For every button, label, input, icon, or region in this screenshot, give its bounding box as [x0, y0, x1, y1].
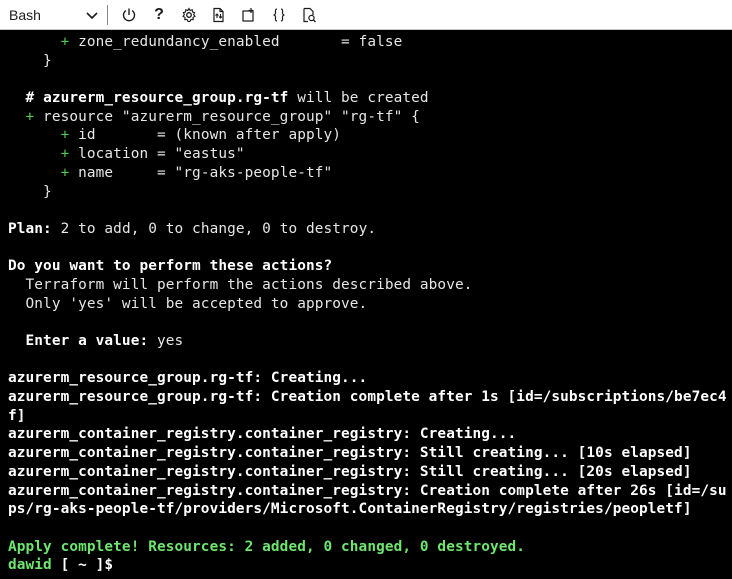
terminal-text: azurerm_resource_group.rg-tf: [43, 90, 289, 107]
terminal-text: yes: [148, 333, 184, 349]
editor-braces-icon: [273, 7, 285, 22]
terminal-text: Only 'yes' will be accepted to approve.: [8, 295, 368, 312]
help-button[interactable]: ?: [144, 2, 174, 28]
terminal-text: azurerm_resource_group.rg-tf: Creation c…: [8, 389, 727, 406]
cloud-shell-toolbar: Bash ?: [0, 0, 732, 30]
terminal-line: + zone_redundancy_enabled = false: [8, 33, 732, 52]
terminal-text: Plan:: [8, 220, 52, 237]
toolbar-divider: [107, 4, 108, 25]
terminal-text: Enter a value:: [25, 333, 149, 349]
terminal-text: #: [25, 90, 35, 107]
terminal-line: dawid [ ~ ]$: [8, 556, 732, 575]
settings-icon: [182, 6, 196, 22]
terminal-line: Plan: 2 to add, 0 to change, 0 to destro…: [8, 220, 732, 239]
terminal-line: # azurerm_resource_group.rg-tf will be c…: [8, 89, 732, 108]
open-new-session-icon: [242, 7, 254, 22]
terminal-text: dawid: [8, 557, 52, 574]
terminal-line: + name = "rg-aks-people-tf": [8, 164, 732, 183]
terminal-line: azurerm_resource_group.rg-tf: Creating..…: [8, 369, 732, 388]
terminal-line: ps/rg-aks-people-tf/providers/Microsoft.…: [8, 500, 732, 519]
shell-selector-dropdown[interactable]: Bash: [4, 2, 105, 28]
terminal-text: }: [8, 183, 52, 200]
terminal-line: f]: [8, 407, 732, 426]
terminal-line: + resource "azurerm_resource_group" "rg-…: [8, 108, 732, 127]
terminal-line: Only 'yes' will be accepted to approve.: [8, 295, 732, 314]
terminal-line: Do you want to perform these actions?: [8, 257, 732, 276]
power-icon: [122, 8, 136, 21]
terminal-line: azurerm_container_registry.container_reg…: [8, 444, 732, 463]
terminal-text: f]: [8, 407, 26, 424]
terminal-line: azurerm_resource_group.rg-tf: Creation c…: [8, 388, 732, 407]
terminal-line: }: [8, 183, 732, 202]
upload-download-button[interactable]: [204, 2, 234, 28]
terminal-line: Enter a value: yes: [8, 332, 732, 351]
terminal-line: + id = (known after apply): [8, 126, 732, 145]
web-preview-icon: [303, 7, 316, 22]
terminal-text: zone_redundancy_enabled = false: [69, 34, 403, 50]
terminal-text: azurerm_container_registry.container_reg…: [8, 463, 692, 480]
terminal-line: Apply complete! Resources: 2 added, 0 ch…: [8, 538, 732, 557]
terminal-text: will be created: [288, 90, 429, 107]
settings-button[interactable]: [174, 2, 204, 28]
terminal-line: azurerm_container_registry.container_reg…: [8, 482, 732, 501]
web-preview-button[interactable]: [294, 2, 324, 28]
upload-download-icon: [213, 7, 224, 22]
terminal-line: Terraform will perform the actions descr…: [8, 276, 732, 295]
terminal-line: + location = "eastus": [8, 145, 732, 164]
terminal-text: id = (known after apply): [69, 127, 342, 144]
terminal-text: resource "azurerm_resource_group" "rg-tf…: [34, 108, 420, 125]
terminal-output[interactable]: + zone_redundancy_enabled = false } # az…: [0, 31, 732, 579]
shell-selector-label: Bash: [9, 6, 41, 23]
terminal-text: [ ~ ]$: [51, 557, 122, 574]
open-new-session-button[interactable]: [234, 2, 264, 28]
restart-button[interactable]: [114, 2, 144, 28]
terminal-line: azurerm_container_registry.container_reg…: [8, 425, 732, 444]
terminal-text: name = "rg-aks-people-tf": [69, 164, 333, 181]
chevron-down-icon: [86, 11, 98, 19]
terminal-text: Do you want to perform these actions?: [8, 258, 333, 275]
terminal-text: azurerm_resource_group.rg-tf: Creating..…: [8, 370, 368, 387]
terminal-line: }: [8, 52, 732, 71]
terminal-text: Terraform will perform the actions descr…: [8, 276, 473, 293]
terminal-line: azurerm_container_registry.container_reg…: [8, 463, 732, 482]
terminal-text: location = "eastus": [69, 146, 245, 163]
terminal-cursor: [122, 558, 130, 573]
terminal-text: }: [8, 52, 52, 69]
terminal-text: azurerm_container_registry.container_reg…: [8, 426, 517, 443]
terminal-text: azurerm_container_registry.container_reg…: [8, 445, 692, 462]
terminal-text: azurerm_container_registry.container_reg…: [8, 482, 727, 499]
terminal-text: 2 to add, 0 to change, 0 to destroy.: [51, 220, 377, 237]
editor-button[interactable]: [264, 2, 294, 28]
terminal-text: +: [25, 108, 35, 125]
terminal-text: Apply complete! Resources: 2 added, 0 ch…: [8, 538, 526, 555]
terminal-text: ps/rg-aks-people-tf/providers/Microsoft.…: [8, 501, 692, 518]
help-icon: ?: [154, 5, 164, 23]
